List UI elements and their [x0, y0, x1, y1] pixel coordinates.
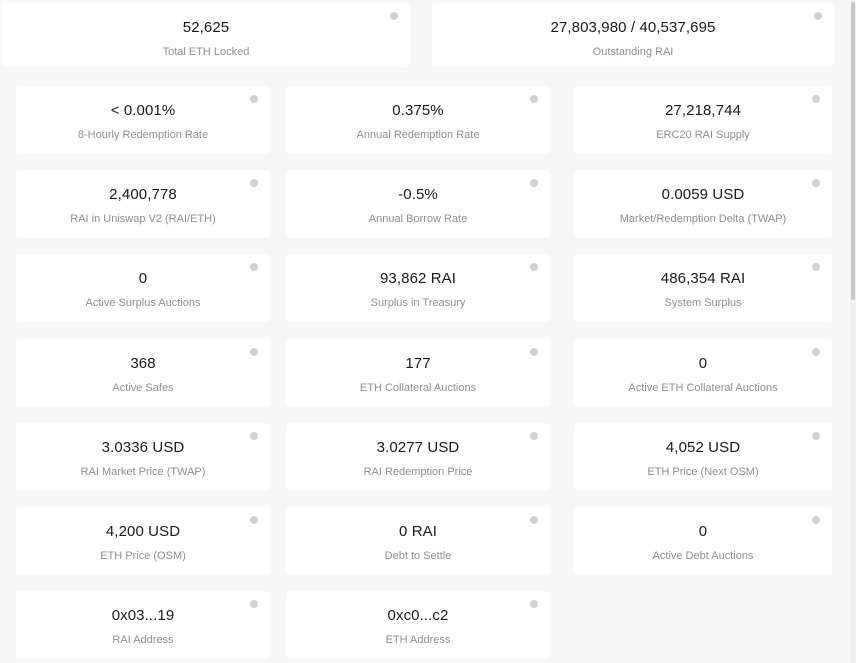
stats-dashboard: 52,625 Total ETH Locked 27,803,980 / 40,… — [0, 0, 856, 663]
info-icon[interactable] — [250, 516, 258, 524]
info-icon[interactable] — [812, 179, 820, 187]
stat-card-rai-in-uniswap: 2,400,778 RAI in Uniswap V2 (RAI/ETH) — [16, 170, 270, 238]
stat-value: 4,200 USD — [105, 523, 181, 540]
stat-value: -0.5% — [398, 186, 438, 203]
stat-card-outstanding-rai: 27,803,980 / 40,537,695 Outstanding RAI — [432, 3, 834, 67]
stat-card-eth-price-next-osm: 4,052 USD ETH Price (Next OSM) — [574, 423, 832, 491]
stat-value: 93,862 RAI — [379, 270, 457, 287]
info-icon[interactable] — [530, 263, 538, 271]
stat-card-eth-price-osm: 4,200 USD ETH Price (OSM) — [16, 507, 270, 575]
info-icon[interactable] — [250, 348, 258, 356]
stat-value: 0.0059 USD — [661, 186, 745, 203]
stat-label: RAI in Uniswap V2 (RAI/ETH) — [70, 213, 216, 225]
stat-label: Debt to Settle — [384, 550, 452, 562]
stat-card-debt-to-settle: 0 RAI Debt to Settle — [286, 507, 550, 575]
info-icon[interactable] — [812, 516, 820, 524]
stat-value: 0 — [138, 270, 148, 287]
stat-card-annual-redemption-rate: 0.375% Annual Redemption Rate — [286, 86, 550, 154]
stat-label: RAI Market Price (TWAP) — [80, 466, 206, 478]
stat-value: 52,625 — [182, 19, 230, 36]
stat-value: 27,218,744 — [664, 102, 742, 119]
info-icon[interactable] — [530, 516, 538, 524]
info-icon[interactable] — [250, 263, 258, 271]
stat-value: 0 — [698, 355, 708, 372]
stat-label: Active Safes — [112, 382, 174, 394]
stat-label: ERC20 RAI Supply — [656, 129, 750, 141]
stat-value: 2,400,778 — [109, 186, 177, 203]
stat-card-rai-market-price: 3.0336 USD RAI Market Price (TWAP) — [16, 423, 270, 491]
stat-label: Annual Borrow Rate — [368, 213, 468, 225]
info-icon[interactable] — [530, 348, 538, 356]
stat-card-active-eth-collateral-auctions: 0 Active ETH Collateral Auctions — [574, 339, 832, 407]
stat-card-erc20-rai-supply: 27,218,744 ERC20 RAI Supply — [574, 86, 832, 154]
info-icon[interactable] — [812, 432, 820, 440]
stat-card-active-debt-auctions: 0 Active Debt Auctions — [574, 507, 832, 575]
info-icon[interactable] — [814, 12, 822, 20]
stat-label: Surplus in Treasury — [370, 297, 466, 309]
stat-card-annual-borrow-rate: -0.5% Annual Borrow Rate — [286, 170, 550, 238]
stat-label: RAI Address — [112, 634, 174, 646]
stat-value: 0 — [698, 523, 708, 540]
scrollbar-track[interactable] — [850, 0, 856, 663]
stat-value: < 0.001% — [110, 102, 176, 119]
stat-card-active-safes: 368 Active Safes — [16, 339, 270, 407]
stat-value: 3.0336 USD — [101, 439, 185, 456]
stat-label: ETH Price (OSM) — [100, 550, 186, 562]
stat-value[interactable]: 0x03...19 — [16, 607, 270, 625]
stat-value: 368 — [130, 355, 156, 372]
stat-value: 27,803,980 / 40,537,695 — [550, 19, 716, 36]
stat-card-system-surplus: 486,354 RAI System Surplus — [574, 254, 832, 322]
stat-label: ETH Collateral Auctions — [359, 382, 477, 394]
stat-card-surplus-in-treasury: 93,862 RAI Surplus in Treasury — [286, 254, 550, 322]
stat-label: Total ETH Locked — [162, 46, 250, 58]
stat-card-market-redemption-delta: 0.0059 USD Market/Redemption Delta (TWAP… — [574, 170, 832, 238]
info-icon[interactable] — [812, 263, 820, 271]
stat-label: RAI Redemption Price — [363, 466, 473, 478]
stat-label: Active Surplus Auctions — [85, 297, 201, 309]
info-icon[interactable] — [530, 600, 538, 608]
stat-value: 0.375% — [392, 102, 444, 119]
info-icon[interactable] — [530, 95, 538, 103]
info-icon[interactable] — [812, 348, 820, 356]
scrollbar-thumb[interactable] — [851, 2, 855, 300]
stat-label: ETH Price (Next OSM) — [647, 466, 759, 478]
stat-card-eth-collateral-auctions: 177 ETH Collateral Auctions — [286, 339, 550, 407]
info-icon[interactable] — [250, 95, 258, 103]
stat-label: Active ETH Collateral Auctions — [628, 382, 778, 394]
stat-value: 3.0277 USD — [376, 439, 460, 456]
info-icon[interactable] — [250, 179, 258, 187]
info-icon[interactable] — [812, 95, 820, 103]
info-icon[interactable] — [250, 432, 258, 440]
stat-value: 4,052 USD — [665, 439, 741, 456]
info-icon[interactable] — [530, 179, 538, 187]
stat-value: 177 — [405, 355, 431, 372]
info-icon[interactable] — [530, 432, 538, 440]
stat-label: System Surplus — [664, 297, 742, 309]
stat-label: 8-Hourly Redemption Rate — [77, 129, 209, 141]
stat-value[interactable]: 0xc0...c2 — [286, 607, 550, 625]
stat-label: Active Debt Auctions — [652, 550, 754, 562]
stat-card-rai-redemption-price: 3.0277 USD RAI Redemption Price — [286, 423, 550, 491]
stat-card-eth-address[interactable]: 0xc0...c2 ETH Address — [286, 591, 550, 659]
stat-label: Market/Redemption Delta (TWAP) — [619, 213, 787, 225]
stat-card-total-eth-locked: 52,625 Total ETH Locked — [2, 3, 410, 67]
stat-card-active-surplus-auctions: 0 Active Surplus Auctions — [16, 254, 270, 322]
stat-label: ETH Address — [385, 634, 451, 646]
info-icon[interactable] — [250, 600, 258, 608]
stat-card-8-hourly-redemption-rate: < 0.001% 8-Hourly Redemption Rate — [16, 86, 270, 154]
stat-value: 486,354 RAI — [660, 270, 746, 287]
stat-label: Annual Redemption Rate — [356, 129, 480, 141]
info-icon[interactable] — [390, 12, 398, 20]
stat-value: 0 RAI — [398, 523, 437, 540]
stat-card-rai-address[interactable]: 0x03...19 RAI Address — [16, 591, 270, 659]
stat-label: Outstanding RAI — [592, 46, 674, 58]
